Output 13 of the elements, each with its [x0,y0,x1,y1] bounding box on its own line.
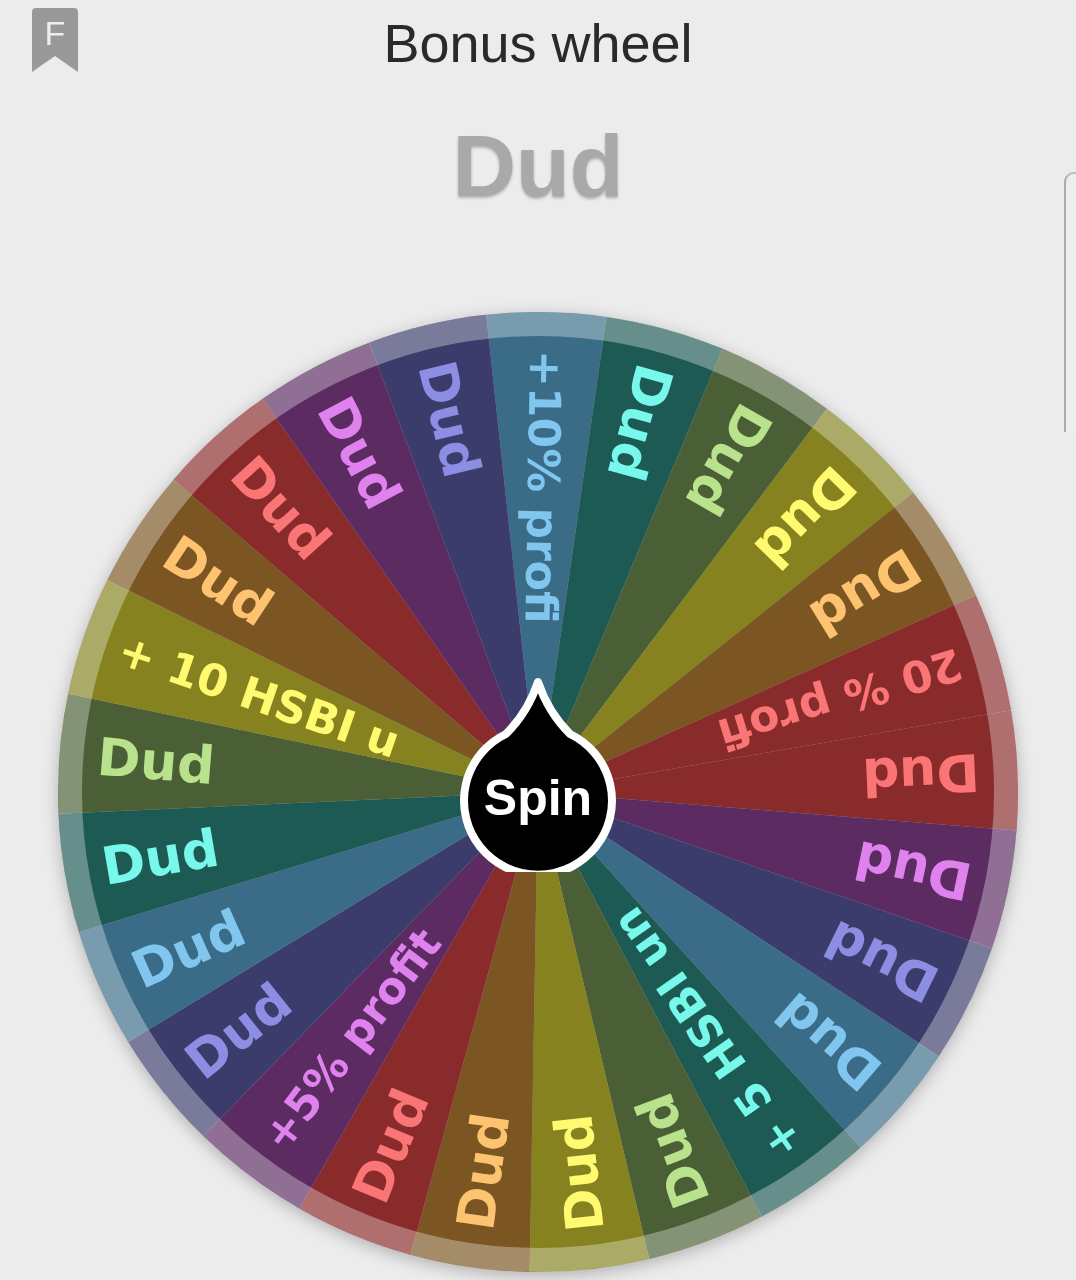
result-text: Dud [452,116,624,216]
segment-label: Dud [543,1111,616,1235]
segment-label: Dud [97,817,224,897]
segment-label: Dud [595,357,685,488]
page-title: Bonus wheel [382,12,694,74]
segment-label: Dud [445,1109,522,1234]
segment-label: Dud [860,742,981,808]
segment-label: +10% profi [515,349,572,624]
segment-label: Dud [624,1085,722,1217]
segment-label: Dud [406,355,492,484]
segment-label: Dud [849,829,977,912]
segment-label: Dud [95,726,217,796]
segment-label: Dud [340,1080,441,1212]
